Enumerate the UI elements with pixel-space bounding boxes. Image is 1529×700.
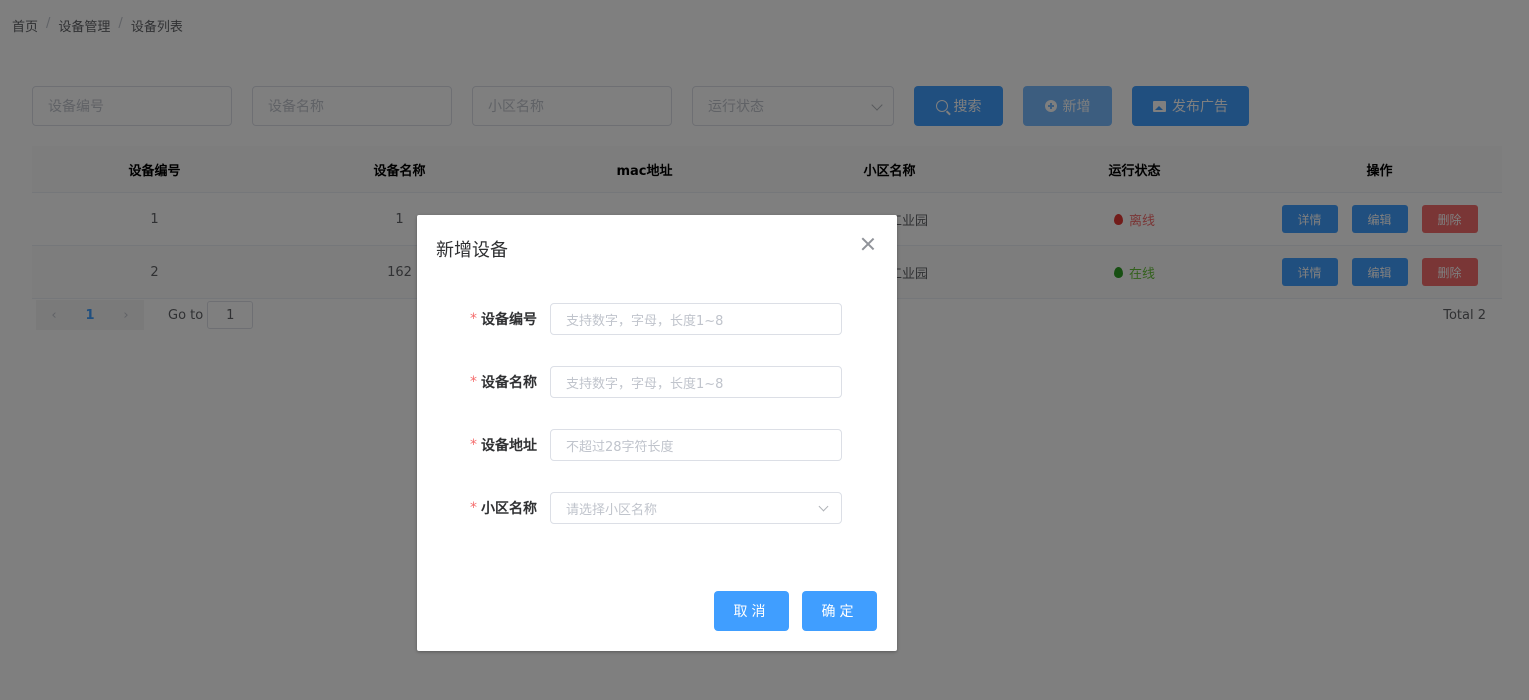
cancel-button[interactable]: 取消	[714, 591, 789, 631]
required-mark: *	[470, 500, 477, 516]
device-no-label-text: 设备编号	[481, 312, 537, 328]
device-name-label-text: 设备名称	[481, 375, 537, 391]
dialog-title: 新增设备	[436, 240, 508, 261]
add-device-dialog: 新增设备 * 设备编号 支持数字，字母，长度1~8 * 设备名称 支持数字，字母，长…	[417, 215, 897, 651]
community-select[interactable]: 请选择小区名称	[550, 492, 842, 524]
device-address-field-placeholder: 不超过28字符长度	[566, 439, 674, 455]
device-no-label: * 设备编号	[470, 303, 537, 335]
device-address-field[interactable]: 不超过28字符长度	[550, 429, 842, 461]
community-label: * 小区名称	[470, 492, 537, 524]
community-select-placeholder: 请选择小区名称	[566, 502, 658, 518]
community-label-text: 小区名称	[481, 501, 537, 517]
required-mark: *	[470, 311, 477, 327]
device-address-label: * 设备地址	[470, 429, 537, 461]
device-name-field[interactable]: 支持数字，字母，长度1~8	[550, 366, 842, 398]
device-address-label-text: 设备地址	[481, 438, 537, 454]
form-row-community: * 小区名称 请选择小区名称	[417, 492, 897, 524]
form-row-device-name: * 设备名称 支持数字，字母，长度1~8	[417, 366, 897, 398]
confirm-button[interactable]: 确定	[802, 591, 877, 631]
device-no-field-placeholder: 支持数字，字母，长度1~8	[566, 313, 724, 329]
device-no-field[interactable]: 支持数字，字母，长度1~8	[550, 303, 842, 335]
device-name-field-placeholder: 支持数字，字母，长度1~8	[566, 376, 724, 392]
close-icon[interactable]	[861, 237, 875, 251]
form-row-device-address: * 设备地址 不超过28字符长度	[417, 429, 897, 461]
device-name-label: * 设备名称	[470, 366, 537, 398]
form-row-device-no: * 设备编号 支持数字，字母，长度1~8	[417, 303, 897, 335]
required-mark: *	[470, 374, 477, 390]
required-mark: *	[470, 437, 477, 453]
chevron-down-icon	[818, 501, 829, 512]
